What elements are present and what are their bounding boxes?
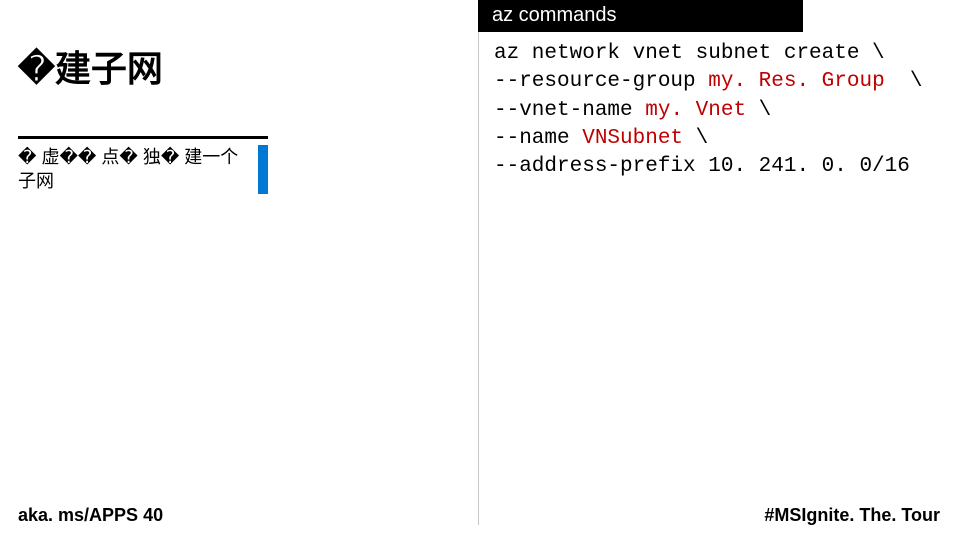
subtitle-text: � 虚�� 点� 独� 建一个子网 bbox=[18, 145, 268, 194]
subtitle-rule bbox=[18, 136, 268, 139]
code-line-2-arg: my. Res. Group bbox=[708, 70, 897, 93]
subtitle-block: � 虚�� 点� 独� 建一个子网 bbox=[18, 136, 268, 194]
code-block: az network vnet subnet create \ --resour… bbox=[494, 40, 954, 182]
vertical-divider bbox=[478, 30, 479, 525]
terminal-header: az commands bbox=[478, 0, 803, 32]
footer-link[interactable]: aka. ms/APPS 40 bbox=[18, 505, 163, 526]
code-line-4-arg: VNSubnet bbox=[582, 127, 683, 150]
code-line-4-cmd: --name bbox=[494, 127, 582, 150]
code-line-4-tail: \ bbox=[683, 127, 708, 150]
footer-hashtag: #MSIgnite. The. Tour bbox=[764, 505, 940, 526]
slide-title: �建子网 bbox=[18, 40, 163, 92]
code-line-1: az network vnet subnet create \ bbox=[494, 42, 885, 65]
code-line-2-cmd: --resource-group bbox=[494, 70, 708, 93]
slide: �建子网 � 虚�� 点� 独� 建一个子网 az commands az ne… bbox=[0, 0, 960, 540]
code-line-2-tail: \ bbox=[897, 70, 922, 93]
code-line-5: --address-prefix 10. 241. 0. 0/16 bbox=[494, 155, 910, 178]
code-line-3-cmd: --vnet-name bbox=[494, 99, 645, 122]
code-line-3-tail: \ bbox=[746, 99, 771, 122]
code-line-3-arg: my. Vnet bbox=[645, 99, 746, 122]
